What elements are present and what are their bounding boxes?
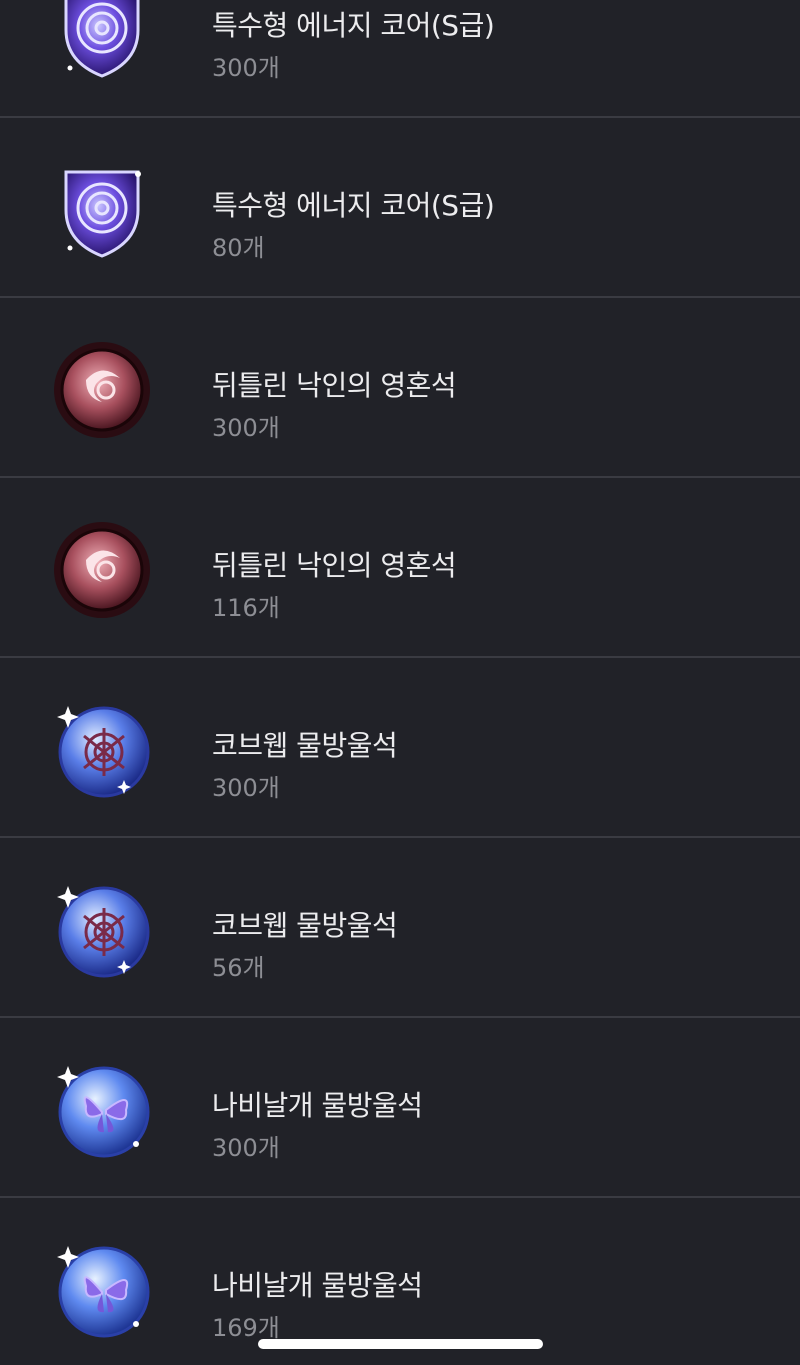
item-name: 특수형 에너지 코어(S급)	[212, 9, 495, 42]
item-list: 특수형 에너지 코어(S급) 300개 특수형 에너지 코어(S급) 80개 뒤…	[0, 0, 800, 1365]
energy-core-icon	[46, 0, 158, 84]
item-quantity: 169개	[212, 1314, 280, 1342]
item-name: 나비날개 물방울석	[212, 1269, 423, 1302]
item-list-screen: 특수형 에너지 코어(S급) 300개 특수형 에너지 코어(S급) 80개 뒤…	[0, 0, 800, 1365]
list-item[interactable]: 특수형 에너지 코어(S급) 300개	[0, 0, 800, 118]
list-item[interactable]: 뒤틀린 낙인의 영혼석 300개	[0, 298, 800, 478]
list-item[interactable]: 코브웹 물방울석 56개	[0, 838, 800, 1018]
butterfly-droplet-stone-icon	[46, 1052, 158, 1164]
butterfly-droplet-stone-icon	[46, 1232, 158, 1344]
cobweb-droplet-stone-icon	[46, 692, 158, 804]
energy-core-icon	[46, 152, 158, 264]
item-quantity: 116개	[212, 594, 280, 622]
list-item[interactable]: 코브웹 물방울석 300개	[0, 658, 800, 838]
cobweb-droplet-stone-icon	[46, 872, 158, 984]
soul-stone-icon	[46, 332, 158, 444]
item-name: 코브웹 물방울석	[212, 729, 398, 762]
item-name: 뒤틀린 낙인의 영혼석	[212, 369, 457, 402]
item-name: 특수형 에너지 코어(S급)	[212, 189, 495, 222]
item-name: 코브웹 물방울석	[212, 909, 398, 942]
item-quantity: 80개	[212, 234, 265, 262]
item-quantity: 300개	[212, 774, 280, 802]
item-quantity: 300개	[212, 414, 280, 442]
list-item[interactable]: 뒤틀린 낙인의 영혼석 116개	[0, 478, 800, 658]
soul-stone-icon	[46, 512, 158, 624]
item-quantity: 56개	[212, 954, 265, 982]
list-item[interactable]: 특수형 에너지 코어(S급) 80개	[0, 118, 800, 298]
item-name: 뒤틀린 낙인의 영혼석	[212, 549, 457, 582]
item-quantity: 300개	[212, 1134, 280, 1162]
list-item[interactable]: 나비날개 물방울석 300개	[0, 1018, 800, 1198]
home-indicator[interactable]	[258, 1339, 543, 1349]
item-name: 나비날개 물방울석	[212, 1089, 423, 1122]
item-quantity: 300개	[212, 54, 280, 82]
